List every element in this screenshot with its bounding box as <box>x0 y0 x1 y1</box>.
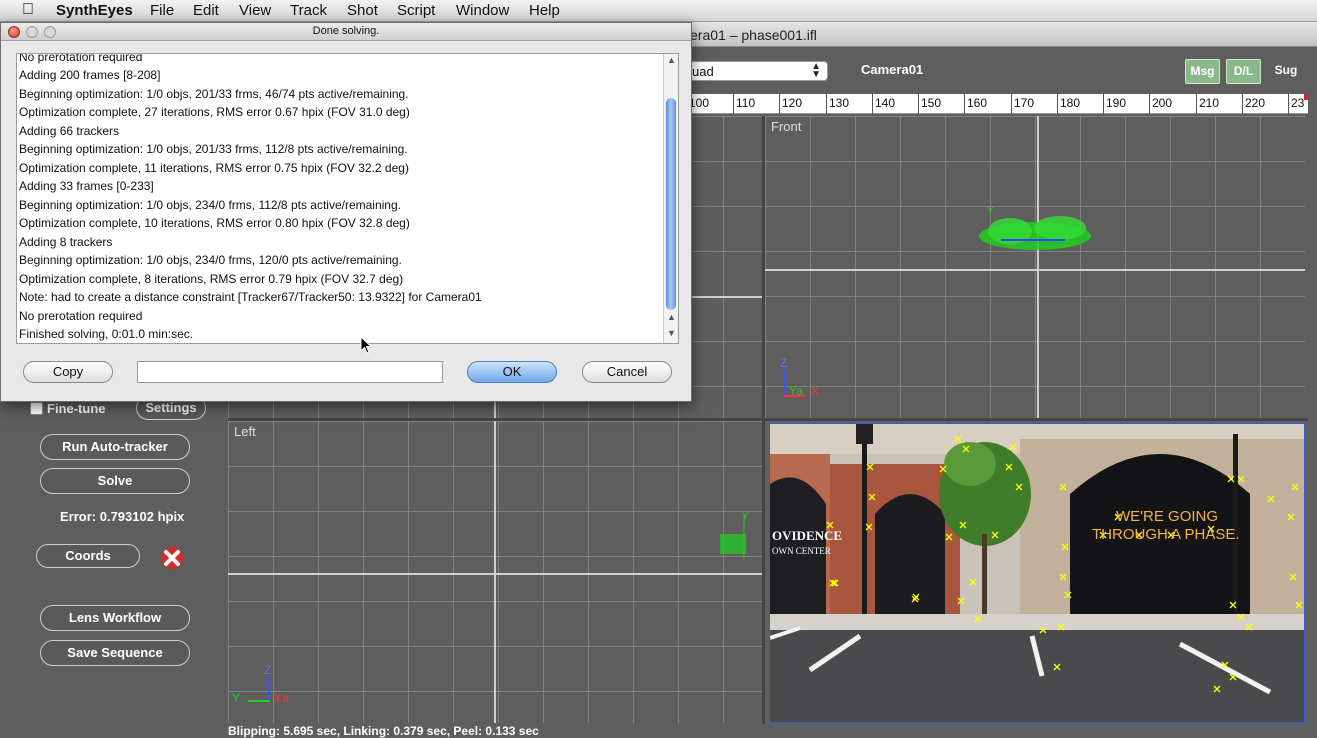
dialog-title: Done solving. <box>312 25 380 37</box>
store-text-line1: OVIDENCE <box>772 528 843 543</box>
ruler-tick: 190 <box>1103 94 1126 114</box>
scroll-up-icon[interactable]: ▲ <box>667 55 676 65</box>
ok-button[interactable]: OK <box>467 361 557 383</box>
front-point-cloud: Y <box>979 206 1091 250</box>
sign-text-line1: WE'RE GOING <box>1116 508 1219 525</box>
left-axis-y-label: Y <box>232 691 241 705</box>
dialog-text-field[interactable] <box>137 361 443 383</box>
camera-footage <box>770 424 1304 722</box>
log-line: Adding 33 frames [0-233] <box>19 179 154 193</box>
ruler-tick: 200 <box>1149 94 1172 114</box>
ruler-tick: 170 <box>1011 94 1034 114</box>
ruler-tick: 220 <box>1242 94 1265 114</box>
store-text-line2: OWN CENTER <box>772 546 831 556</box>
menu-view[interactable]: View <box>239 2 271 19</box>
camera-viewport[interactable]: WE'RE GOING THROUGH A PHASE. OVIDENCE OW… <box>769 423 1305 723</box>
left-axis-gizmo: Z Y Xa <box>232 663 294 707</box>
ruler-tick: 140 <box>872 94 895 114</box>
coords-button[interactable]: Coords <box>36 544 140 568</box>
fine-tune-checkbox[interactable] <box>30 402 43 415</box>
menu-bar:  SynthEyes File Edit View Track Shot Sc… <box>0 0 1317 22</box>
menu-script[interactable]: Script <box>397 2 435 19</box>
save-sequence-button[interactable]: Save Sequence <box>40 640 190 666</box>
ruler-tick: 180 <box>1057 94 1080 114</box>
synth-eyes-screen:  SynthEyes File Edit View Track Shot Sc… <box>0 0 1317 738</box>
log-line: No prerotation required <box>19 309 143 323</box>
clear-coords-icon[interactable] <box>160 546 184 570</box>
sug-button[interactable]: Sug <box>1268 59 1304 84</box>
log-line: Finished solving, 0:01.0 min:sec. <box>19 327 194 341</box>
ruler-tick: 150 <box>918 94 941 114</box>
solve-button[interactable]: Solve <box>40 468 190 494</box>
dialog-titlebar[interactable]: Done solving. <box>1 23 691 41</box>
left-axis-z-label: Z <box>264 663 272 677</box>
active-camera-label: Camera01 <box>861 62 924 77</box>
window-title: era01 – phase001.ifl <box>690 27 817 43</box>
log-line: Optimization complete, 11 iterations, RM… <box>19 161 409 175</box>
log-line: Optimization complete, 8 iterations, RMS… <box>19 272 404 286</box>
log-line: Beginning optimization: 1/0 objs, 234/0 … <box>19 198 401 212</box>
log-scroll-thumb[interactable] <box>666 98 676 310</box>
viewport-horizontal-divider[interactable] <box>228 418 1308 421</box>
front-viewport[interactable]: Front Y Z Ya X <box>765 116 1305 418</box>
front-axis-gizmo: Z Ya X <box>780 356 819 400</box>
status-bar-text: Blipping: 5.695 sec, Linking: 0.379 sec,… <box>228 724 539 738</box>
viewport-layout-select[interactable]: uad ▲ ▼ <box>686 61 828 81</box>
msg-button[interactable]: Msg <box>1185 59 1220 84</box>
svg-text:Y: Y <box>742 511 749 522</box>
log-line: Beginning optimization: 1/0 objs, 234/0 … <box>19 253 402 267</box>
log-line: Adding 66 trackers <box>19 124 120 138</box>
log-line: Optimization complete, 10 iterations, RM… <box>19 216 410 230</box>
ruler-tick: 23 <box>1288 94 1304 114</box>
front-axis-z-label: Z <box>780 356 788 370</box>
log-line: Beginning optimization: 1/0 objs, 201/33… <box>19 142 408 156</box>
scroll-down-icon[interactable]: ▼ <box>667 328 676 338</box>
left-viewport[interactable]: Left Y Z Y Xa <box>228 421 762 723</box>
menu-shot[interactable]: Shot <box>347 2 378 19</box>
log-line: Adding 8 trackers <box>19 235 113 249</box>
cancel-button[interactable]: Cancel <box>582 361 672 383</box>
ruler-tick: 110 <box>733 94 755 114</box>
solve-log-textarea[interactable]: No prerotation required Adding 200 frame… <box>16 53 679 344</box>
ruler-tick: 210 <box>1196 94 1219 114</box>
left-point-cloud: Y <box>720 511 749 559</box>
ruler-tick: 130 <box>826 94 849 114</box>
log-line: Note: had to create a distance constrain… <box>19 290 482 304</box>
sign-text-line2: THROUGH A PHASE. <box>1092 526 1240 543</box>
log-scrollbar[interactable]: ▲ ▲ ▼ <box>663 54 678 343</box>
playhead-marker[interactable] <box>1304 94 1308 100</box>
run-auto-tracker-button[interactable]: Run Auto-tracker <box>40 434 190 460</box>
copy-button[interactable]: Copy <box>23 361 113 383</box>
log-line: No prerotation required <box>19 53 143 64</box>
menu-help[interactable]: Help <box>529 2 560 19</box>
log-line: Beginning optimization: 1/0 objs, 201/33… <box>19 87 409 101</box>
dl-button[interactable]: D/L <box>1226 59 1261 84</box>
frame-ruler[interactable]: 100 110 120 130 140 150 160 170 180 190 … <box>686 94 1308 114</box>
front-axis-ya-label: Ya <box>789 384 803 398</box>
log-line: Optimization complete, 27 iterations, RM… <box>19 105 410 119</box>
scroll-up-icon[interactable]: ▲ <box>667 312 676 322</box>
svg-text:Y: Y <box>987 206 994 217</box>
solve-results-dialog: Done solving. No prerotation required Ad… <box>0 22 692 402</box>
left-axis-x-label: Xa <box>274 691 289 705</box>
ruler-tick: 160 <box>964 94 987 114</box>
lens-workflow-button[interactable]: Lens Workflow <box>40 605 190 631</box>
viewport-layout-value: uad <box>692 64 714 79</box>
apple-icon[interactable]:  <box>22 1 34 19</box>
log-line: Adding 200 frames [8-208] <box>19 68 161 82</box>
menu-window[interactable]: Window <box>456 2 509 19</box>
front-axis-x-label: X <box>811 384 820 398</box>
ruler-tick: 120 <box>779 94 802 114</box>
menu-edit[interactable]: Edit <box>193 2 219 19</box>
menu-file[interactable]: File <box>150 2 174 19</box>
app-name-menu[interactable]: SynthEyes <box>56 2 133 19</box>
solve-error-readout: Error: 0.793102 hpix <box>60 509 185 524</box>
select-arrows-icon: ▲ ▼ <box>811 61 821 80</box>
fine-tune-label: Fine-tune <box>47 401 106 416</box>
mouse-cursor-icon <box>360 336 373 354</box>
menu-track[interactable]: Track <box>290 2 327 19</box>
